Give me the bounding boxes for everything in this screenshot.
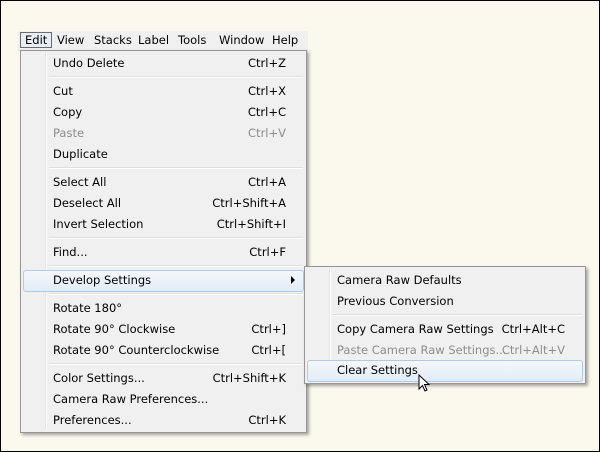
- menu-item-label: Rotate 90° Clockwise: [53, 322, 176, 336]
- menu-item-label: Find...: [53, 245, 88, 259]
- menu-item-label: Previous Conversion: [337, 294, 454, 308]
- menu-item-rotate-90-ccw[interactable]: Rotate 90° Counterclockwise Ctrl+[: [23, 340, 304, 360]
- menu-item-label: Color Settings...: [53, 371, 145, 385]
- menu-item-label: Deselect All: [53, 196, 122, 210]
- menu-item-label: Preferences...: [53, 413, 132, 427]
- menu-item-label: Cut: [53, 84, 73, 98]
- menu-item-duplicate[interactable]: Duplicate: [23, 144, 304, 164]
- menu-item-shortcut: Ctrl+X: [248, 84, 286, 98]
- develop-settings-submenu: Camera Raw Defaults Previous Conversion …: [304, 266, 586, 384]
- menu-item-label: Clear Settings: [337, 363, 418, 377]
- edit-menu: Undo Delete Ctrl+Z Cut Ctrl+X Copy Ctrl+…: [20, 50, 307, 433]
- menu-item-camera-raw-defaults[interactable]: Camera Raw Defaults: [307, 270, 583, 290]
- menu-separator: [49, 293, 303, 295]
- menu-separator: [49, 237, 303, 239]
- menu-item-label: Rotate 90° Counterclockwise: [53, 343, 220, 357]
- menu-item-label: Select All: [53, 175, 107, 189]
- menu-item-deselect-all[interactable]: Deselect All Ctrl+Shift+A: [23, 193, 304, 213]
- menu-item-cut[interactable]: Cut Ctrl+X: [23, 81, 304, 101]
- menu-separator: [49, 265, 303, 267]
- menu-item-rotate-180[interactable]: Rotate 180°: [23, 298, 304, 318]
- menu-item-label: Paste: [53, 126, 85, 140]
- menu-item-label: Develop Settings: [53, 273, 152, 287]
- menu-item-rotate-90-cw[interactable]: Rotate 90° Clockwise Ctrl+]: [23, 319, 304, 339]
- menu-item-clear-settings[interactable]: Clear Settings: [307, 360, 583, 382]
- menu-item-label: Camera Raw Preferences...: [53, 392, 209, 406]
- menu-item-shortcut: Ctrl+Shift+A: [212, 196, 286, 210]
- menu-item-find[interactable]: Find... Ctrl+F: [23, 242, 304, 262]
- menubar-help[interactable]: Help: [268, 32, 302, 48]
- menubar-edit[interactable]: Edit: [20, 32, 53, 48]
- menu-item-shortcut: Ctrl+A: [248, 175, 286, 189]
- mouse-pointer-icon: [418, 374, 430, 392]
- menu-item-copy-camera-raw-settings[interactable]: Copy Camera Raw Settings Ctrl+Alt+C: [307, 319, 583, 339]
- menu-item-preferences[interactable]: Preferences... Ctrl+K: [23, 410, 304, 430]
- menu-separator: [49, 167, 303, 169]
- menu-item-label: Invert Selection: [53, 217, 144, 231]
- menu-item-paste: Paste Ctrl+V: [23, 123, 304, 143]
- menu-item-undo-delete[interactable]: Undo Delete Ctrl+Z: [23, 53, 304, 73]
- menu-item-label: Camera Raw Defaults: [337, 273, 462, 287]
- submenu-arrow-icon: [291, 276, 295, 284]
- menubar-stacks[interactable]: Stacks: [90, 32, 136, 48]
- menu-item-shortcut: Ctrl+Z: [248, 56, 286, 70]
- menu-item-copy[interactable]: Copy Ctrl+C: [23, 102, 304, 122]
- menu-item-label: Copy Camera Raw Settings: [337, 322, 494, 336]
- menu-item-shortcut: Ctrl+Alt+C: [501, 322, 565, 336]
- menu-item-label: Paste Camera Raw Settings...: [337, 343, 507, 357]
- menu-item-shortcut: Ctrl+V: [248, 126, 286, 140]
- menu-item-label: Rotate 180°: [53, 301, 123, 315]
- menubar-tools[interactable]: Tools: [174, 32, 210, 48]
- menu-bar: Edit View Stacks Label Tools Window Help: [18, 31, 308, 51]
- menubar-label[interactable]: Label: [134, 32, 173, 48]
- menu-item-shortcut: Ctrl+K: [248, 413, 286, 427]
- menu-item-paste-camera-raw-settings: Paste Camera Raw Settings... Ctrl+Alt+V: [307, 340, 583, 360]
- menu-item-shortcut: Ctrl+Shift+I: [216, 217, 286, 231]
- menu-item-previous-conversion[interactable]: Previous Conversion: [307, 291, 583, 311]
- menu-item-label: Duplicate: [53, 147, 108, 161]
- menu-item-develop-settings[interactable]: Develop Settings: [23, 270, 304, 292]
- menu-item-shortcut: Ctrl+F: [249, 245, 286, 259]
- menu-item-camera-raw-preferences[interactable]: Camera Raw Preferences...: [23, 389, 304, 409]
- menu-item-label: Undo Delete: [53, 56, 125, 70]
- menu-item-shortcut: Ctrl+Shift+K: [212, 371, 286, 385]
- menu-separator: [49, 363, 303, 365]
- menu-item-color-settings[interactable]: Color Settings... Ctrl+Shift+K: [23, 368, 304, 388]
- menubar-window[interactable]: Window: [215, 32, 268, 48]
- menu-separator: [49, 76, 303, 78]
- menu-item-shortcut: Ctrl+Alt+V: [501, 343, 565, 357]
- menu-item-select-all[interactable]: Select All Ctrl+A: [23, 172, 304, 192]
- menubar-view[interactable]: View: [53, 32, 88, 48]
- menu-item-shortcut: Ctrl+]: [251, 322, 286, 336]
- menu-item-shortcut: Ctrl+C: [247, 105, 286, 119]
- menu-item-shortcut: Ctrl+[: [251, 343, 286, 357]
- menu-separator: [333, 314, 582, 316]
- menu-item-invert-selection[interactable]: Invert Selection Ctrl+Shift+I: [23, 214, 304, 234]
- menu-item-label: Copy: [53, 105, 83, 119]
